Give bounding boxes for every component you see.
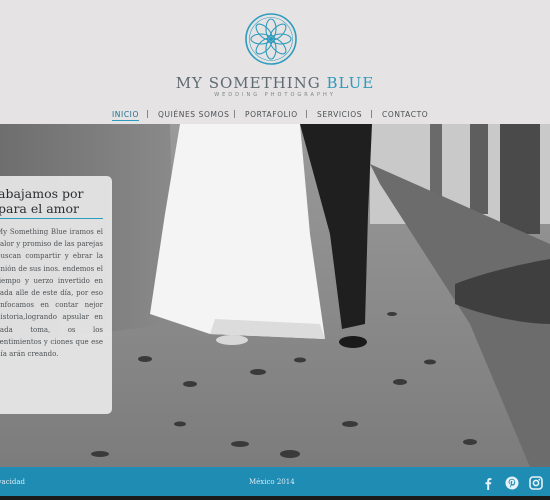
instagram-icon[interactable]: [529, 476, 543, 490]
nav-separator: |: [146, 109, 149, 118]
brand-tagline: WEDDING PHOTOGRAPHY: [214, 92, 336, 98]
pinterest-icon[interactable]: [505, 476, 519, 490]
nav-item-quienes-somos[interactable]: QUIÉNES SOMOS: [158, 110, 229, 119]
brand-name-part1: MY SOMETHING: [175, 74, 327, 92]
facebook-icon[interactable]: [481, 476, 495, 490]
nav-item-inicio[interactable]: INICIO: [112, 110, 139, 121]
brand-name-part2: BLUE: [326, 74, 375, 92]
brand-name[interactable]: MY SOMETHING BLUE: [0, 74, 550, 92]
nav-item-contacto[interactable]: CONTACTO: [382, 110, 428, 119]
privacy-link[interactable]: rivacidad: [0, 478, 25, 486]
footer-bottom-bar: [0, 496, 550, 500]
mandala-icon[interactable]: [244, 12, 298, 66]
nav-separator: |: [305, 109, 308, 118]
intro-divider: [0, 218, 103, 219]
footer-copyright: México 2014: [249, 478, 295, 486]
nav-item-portafolio[interactable]: PORTAFOLIO: [245, 110, 298, 119]
intro-body: My Something Blue iramos el valor y prom…: [0, 228, 103, 359]
nav-separator: |: [370, 109, 373, 118]
main-nav: INICIO | QUIÉNES SOMOS | PORTAFOLIO | SE…: [0, 109, 550, 122]
intro-title: abajamos por para el amor: [0, 186, 84, 216]
nav-separator: |: [233, 109, 236, 118]
site-header: MY SOMETHING BLUE WEDDING PHOTOGRAPHY IN…: [0, 0, 550, 124]
nav-item-servicios[interactable]: SERVICIOS: [317, 110, 362, 119]
intro-card: abajamos por para el amor My Something B…: [0, 176, 112, 414]
